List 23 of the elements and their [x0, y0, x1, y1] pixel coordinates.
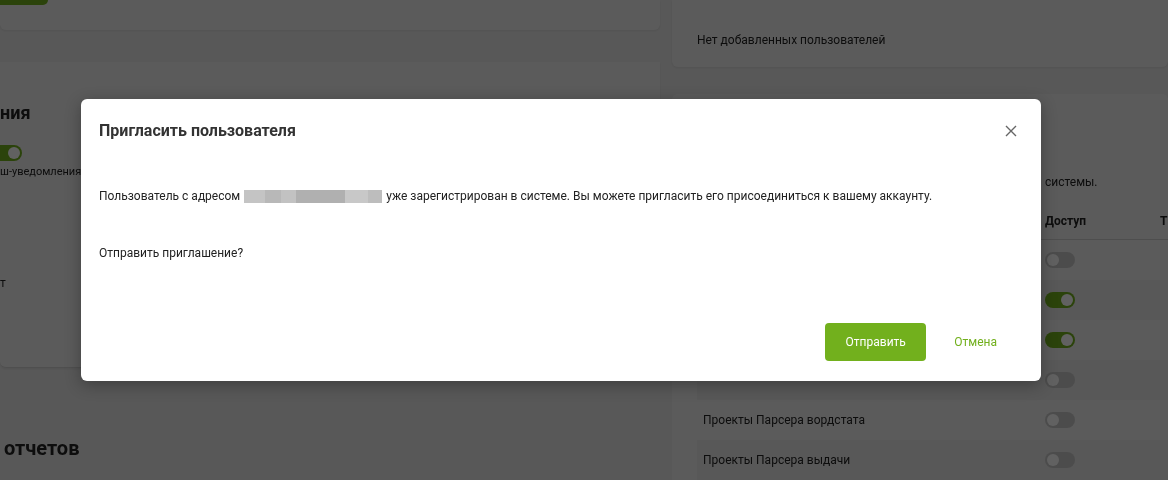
column-header: Доступ	[1045, 214, 1087, 228]
toggle-switch[interactable]	[1045, 332, 1075, 348]
send-button[interactable]: Отправить	[825, 323, 927, 361]
row-label: Проекты Парсера выдачи	[703, 453, 851, 467]
toggle-switch[interactable]	[1045, 252, 1075, 268]
action-button[interactable]	[0, 0, 48, 5]
toggle-switch[interactable]	[1045, 292, 1075, 308]
description-text: системы.	[1045, 175, 1099, 189]
message-text: уже зарегистрирован в системе. Вы можете пригласить его присоединиться к вашему аккаунту.	[386, 189, 933, 203]
cancel-button[interactable]: Отмена	[954, 331, 997, 353]
close-icon[interactable]	[1005, 124, 1017, 137]
column-header: Т	[1160, 214, 1168, 228]
toggle-switch[interactable]	[1045, 372, 1075, 388]
message-text: Пользователь с адресом	[99, 189, 241, 203]
option-label: т	[0, 276, 7, 290]
section-heading: отчетов	[4, 436, 81, 460]
option-label: ш-уведомления	[0, 165, 82, 178]
section-heading: ния	[0, 102, 32, 123]
question-text: Отправить приглашение?	[99, 246, 245, 260]
empty-message: Нет добавленных пользователей	[697, 33, 886, 47]
dialog-title: Пригласить пользователя	[99, 121, 296, 140]
toggle-switch[interactable]	[0, 145, 22, 161]
row-label: Проекты Парсера вордстата	[703, 413, 865, 427]
